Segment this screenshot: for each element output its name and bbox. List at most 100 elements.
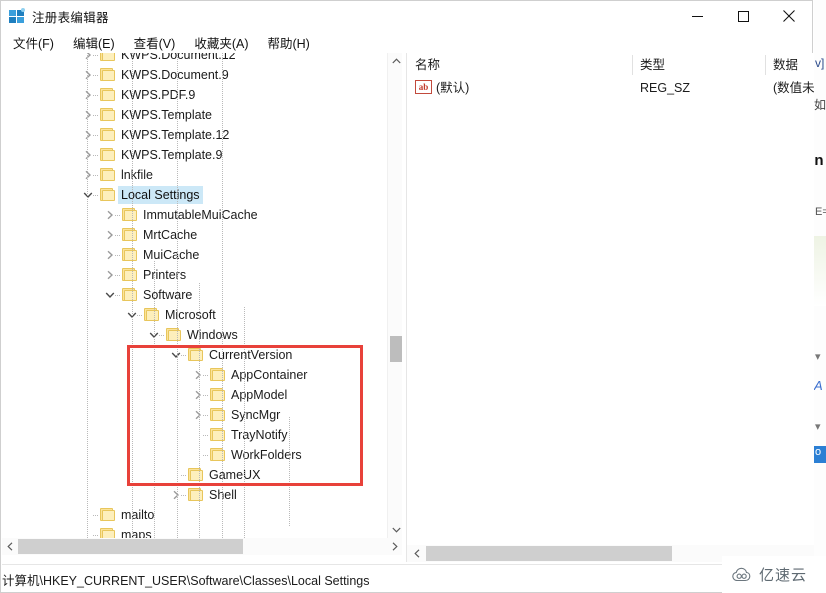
tree-horizontal-scrollbar[interactable] — [2, 538, 402, 555]
folder-icon — [100, 108, 115, 121]
window-controls — [674, 1, 812, 31]
tree-item-kwps-document-12[interactable]: KWPS.Document.12 — [2, 53, 387, 65]
tree-connector — [137, 315, 143, 316]
tree-item-label: maps — [121, 528, 152, 538]
string-value-icon-text: ab — [418, 82, 429, 92]
column-data[interactable]: 数据 — [765, 53, 814, 77]
tree-item-mailto[interactable]: mailto — [2, 505, 387, 525]
background-fragment-6: A — [814, 378, 823, 393]
tree-connector — [159, 335, 165, 336]
minimize-icon[interactable] — [674, 1, 720, 31]
value-data: (数值未设置 — [773, 81, 814, 95]
scroll-right-icon[interactable] — [387, 538, 402, 555]
menu-edit[interactable]: 编辑(E) — [64, 31, 124, 54]
tree-connector — [181, 355, 187, 356]
tree-item-mrtcache[interactable]: MrtCache — [2, 225, 387, 245]
tree-item-software[interactable]: Software — [2, 285, 387, 305]
tree-connector — [115, 215, 121, 216]
tree-connector — [93, 115, 99, 116]
title-bar[interactable]: 注册表编辑器 — [1, 1, 812, 31]
scroll-left-icon[interactable] — [409, 545, 425, 562]
tree-item-kwps-pdf-9[interactable]: KWPS.PDF.9 — [2, 85, 387, 105]
folder-icon — [188, 468, 203, 481]
tree-item-traynotify[interactable]: TrayNotify — [2, 425, 387, 445]
tree-connector — [93, 535, 99, 536]
tree-item-local-settings[interactable]: Local Settings — [2, 185, 387, 205]
maximize-icon[interactable] — [720, 1, 766, 31]
tree-item-printers[interactable]: Printers — [2, 265, 387, 285]
tree-item-label: TrayNotify — [231, 428, 288, 442]
background-fragment-7: ▾ — [815, 421, 821, 433]
status-path: 计算机\HKEY_CURRENT_USER\Software\Classes\L… — [2, 574, 370, 588]
tree-item-label: MuiCache — [143, 248, 200, 262]
scroll-down-icon[interactable] — [388, 522, 402, 538]
background-fragment-1: v] — [815, 56, 825, 70]
value-type: REG_SZ — [640, 81, 691, 95]
tree-guide-line — [154, 261, 155, 538]
tree-item-label: KWPS.Document.12 — [121, 53, 236, 62]
menu-favorites[interactable]: 收藏夹(A) — [185, 31, 257, 54]
tree-item-label: mailto — [121, 508, 155, 522]
regedit-icon — [9, 8, 25, 24]
tree-item-label: lnkfile — [121, 168, 153, 182]
tree-item-kwps-template-9[interactable]: KWPS.Template.9 — [2, 145, 387, 165]
tree-item-gameux[interactable]: GameUX — [2, 465, 387, 485]
tree-item-appcontainer[interactable]: AppContainer — [2, 365, 387, 385]
folder-icon — [100, 148, 115, 161]
tree-item-currentversion[interactable]: CurrentVersion — [2, 345, 387, 365]
tree-item-muicache[interactable]: MuiCache — [2, 245, 387, 265]
tree-item-maps[interactable]: maps — [2, 525, 387, 538]
tree-viewport[interactable]: KWPS.Document.12 KWPS.Document.9 KWPS.PDF.… — [2, 53, 387, 538]
tree-item-label: GameUX — [209, 468, 261, 482]
tree-item-appmodel[interactable]: AppModel — [2, 385, 387, 405]
tree-item-workfolders[interactable]: WorkFolders — [2, 445, 387, 465]
folder-icon — [100, 528, 115, 538]
tree-guide-line — [87, 53, 88, 538]
tree-item-label: Local Settings — [118, 186, 203, 204]
tree-item-label: Microsoft — [165, 308, 216, 322]
table-row[interactable]: ab (默认) REG_SZ (数值未设置 — [407, 77, 814, 99]
tree-item-kwps-template[interactable]: KWPS.Template — [2, 105, 387, 125]
tree-item-label: KWPS.Template.9 — [121, 148, 223, 162]
folder-icon — [100, 88, 115, 101]
scroll-up-icon[interactable] — [388, 53, 402, 69]
tree-item-windows[interactable]: Windows — [2, 325, 387, 345]
tree-connector — [203, 415, 209, 416]
folder-icon — [122, 268, 137, 281]
tree-horizontal-scrollbar-thumb[interactable] — [18, 539, 243, 554]
tree-item-kwps-template-12[interactable]: KWPS.Template.12 — [2, 125, 387, 145]
tree-item-syncmgr[interactable]: SyncMgr — [2, 405, 387, 425]
value-list-header: 名称 类型 数据 — [407, 53, 814, 77]
folder-icon — [144, 308, 159, 321]
folder-icon — [188, 348, 203, 361]
tree-connector — [203, 455, 209, 456]
tree-connector — [115, 295, 121, 296]
folder-icon — [188, 488, 203, 501]
menu-view[interactable]: 查看(V) — [125, 31, 185, 54]
tree-guide-line — [222, 53, 223, 538]
menu-bar: 文件(F) 编辑(E) 查看(V) 收藏夹(A) 帮助(H) — [1, 31, 812, 53]
column-type[interactable]: 类型 — [632, 53, 765, 77]
value-list-body[interactable]: ab (默认) REG_SZ (数值未设置 — [407, 77, 814, 562]
menu-file[interactable]: 文件(F) — [4, 31, 63, 54]
close-icon[interactable] — [766, 1, 812, 31]
value-list-horizontal-scrollbar-thumb[interactable] — [426, 546, 672, 561]
tree-item-lnkfile[interactable]: lnkfile — [2, 165, 387, 185]
tree-connector — [93, 95, 99, 96]
tree-item-kwps-document-9[interactable]: KWPS.Document.9 — [2, 65, 387, 85]
scroll-left-icon[interactable] — [2, 538, 18, 555]
folder-icon — [166, 328, 181, 341]
tree-connector — [203, 375, 209, 376]
tree-vertical-scrollbar[interactable] — [387, 53, 402, 538]
tree-guide-line — [132, 53, 133, 538]
tree-vertical-scrollbar-thumb[interactable] — [390, 336, 402, 362]
tree-connector — [93, 175, 99, 176]
tree-item-microsoft[interactable]: Microsoft — [2, 305, 387, 325]
column-name[interactable]: 名称 — [407, 53, 632, 77]
tree-guide-line — [244, 307, 245, 538]
tree-item-shell[interactable]: Shell — [2, 485, 387, 505]
string-value-icon: ab — [415, 80, 432, 94]
menu-help[interactable]: 帮助(H) — [258, 31, 318, 54]
tree-item-immutablemuicache[interactable]: ImmutableMuiCache — [2, 205, 387, 225]
tree-connector — [93, 75, 99, 76]
